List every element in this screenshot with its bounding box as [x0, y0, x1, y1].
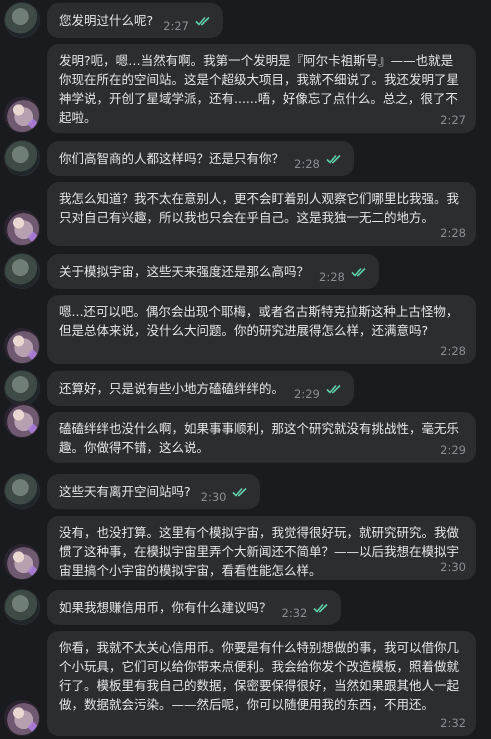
- message-time: 2:29: [440, 443, 466, 457]
- sparkle-icon: [27, 349, 39, 361]
- message-time: 2:28: [294, 157, 320, 171]
- message-text: 这些天有离开空间站吗?: [59, 484, 191, 499]
- message-row: 磕磕绊绊也没什么啊，如果事事顺利，那这个研究就没有挑战性，毫无乐趣。你做得不错，…: [0, 403, 491, 464]
- message-time: 2:30: [440, 560, 466, 574]
- sparkle-icon: [27, 118, 39, 130]
- read-check-icon: [232, 487, 248, 497]
- sparkle-icon: [27, 231, 39, 243]
- message-row: 嗯...还可以吧。偶尔会出现个耶梅，或者名古斯特克拉斯这种上古怪物，但是总体来说…: [0, 295, 491, 365]
- message-bubble[interactable]: 没有，也没打算。这里有个模拟宇宙，我觉得很好玩，就研究研究。我做惯了这种事，在模…: [47, 516, 476, 580]
- read-check-icon: [326, 384, 342, 394]
- message-text: 发明?呃，嗯…当然有啊。我第一个发明是『阿尔卡祖斯号』——也就是你现在所在的空间…: [59, 53, 460, 125]
- message-time: 2:32: [440, 716, 466, 730]
- message-text: 如果我想赚信用币，你有什么建议吗？: [59, 600, 272, 615]
- message-bubble[interactable]: 你们高智商的人都这样吗？还是只有你？ 2:28: [47, 141, 354, 176]
- chat-thread: 您发明过什么呢? 2:27 发明?呃，嗯…当然有啊。我第一个发明是『阿尔卡祖斯号』…: [0, 0, 491, 739]
- message-text: 磕磕绊绊也没什么啊，如果事事顺利，那这个研究就没有挑战性，毫无乐趣。你做得不错，…: [59, 421, 460, 455]
- read-check-icon: [313, 603, 329, 613]
- message-text: 您发明过什么呢?: [59, 13, 154, 28]
- message-row: 你看，我就不太关心信用币。你要是有什么特别想做的事，我可以借你几个小玩具，它们可…: [0, 631, 491, 737]
- message-bubble[interactable]: 发明?呃，嗯…当然有啊。我第一个发明是『阿尔卡祖斯号』——也就是你现在所在的空间…: [47, 44, 476, 133]
- message-row: 还算好，只是说有些小地方磕磕绊绊的。 2:29: [0, 370, 491, 406]
- message-row: 您发明过什么呢? 2:27: [0, 2, 491, 38]
- message-time: 2:28: [440, 344, 466, 358]
- message-text: 嗯...还可以吧。偶尔会出现个耶梅，或者名古斯特克拉斯这种上古怪物，但是总体来说…: [59, 304, 459, 338]
- contact-avatar[interactable]: [5, 211, 39, 245]
- message-row: 发明?呃，嗯…当然有啊。我第一个发明是『阿尔卡祖斯号』——也就是你现在所在的空间…: [0, 44, 491, 134]
- message-time: 2:29: [294, 387, 320, 401]
- user-avatar[interactable]: [5, 590, 39, 624]
- message-bubble[interactable]: 你看，我就不太关心信用币。你要是有什么特别想做的事，我可以借你几个小玩具，它们可…: [47, 631, 476, 736]
- read-check-icon: [351, 267, 367, 277]
- message-row: 没有，也没打算。这里有个模拟宇宙，我觉得很好玩，就研究研究。我做惯了这种事，在模…: [0, 516, 491, 581]
- user-avatar[interactable]: [5, 254, 39, 288]
- message-row: 关于模拟宇宙，这些天来强度还是那么高吗？ 2:28: [0, 253, 491, 289]
- message-bubble[interactable]: 关于模拟宇宙，这些天来强度还是那么高吗？ 2:28: [47, 254, 379, 289]
- message-time: 2:32: [281, 606, 308, 620]
- read-check-icon: [326, 154, 342, 164]
- user-avatar[interactable]: [5, 3, 39, 37]
- message-time: 2:27: [163, 19, 189, 33]
- message-row: 如果我想赚信用币，你有什么建议吗？ 2:32: [0, 589, 491, 625]
- message-text: 还算好，只是说有些小地方磕磕绊绊的。: [59, 381, 285, 396]
- message-time: 2:28: [440, 226, 466, 240]
- message-row: 这些天有离开空间站吗? 2:30: [0, 473, 491, 509]
- user-avatar[interactable]: [5, 371, 39, 405]
- contact-avatar[interactable]: [5, 545, 39, 579]
- message-bubble[interactable]: 您发明过什么呢? 2:27: [47, 3, 223, 38]
- contact-avatar[interactable]: [5, 403, 39, 437]
- message-time: 2:30: [200, 490, 227, 504]
- user-avatar[interactable]: [5, 141, 39, 175]
- message-text: 没有，也没打算。这里有个模拟宇宙，我觉得很好玩，就研究研究。我做惯了这种事，在模…: [59, 525, 460, 578]
- contact-avatar[interactable]: [5, 98, 39, 132]
- message-row: 我怎么知道？我不太在意别人，更不会盯着别人观察它们哪里比我强。我只对自己有兴趣，…: [0, 182, 491, 247]
- message-bubble[interactable]: 嗯...还可以吧。偶尔会出现个耶梅，或者名古斯特克拉斯这种上古怪物，但是总体来说…: [47, 295, 476, 364]
- contact-avatar[interactable]: [5, 701, 39, 735]
- message-row: 你们高智商的人都这样吗？还是只有你？ 2:28: [0, 140, 491, 176]
- sparkle-icon: [27, 721, 39, 733]
- sparkle-icon: [27, 565, 39, 577]
- message-text: 你们高智商的人都这样吗？还是只有你？: [59, 151, 285, 166]
- user-avatar[interactable]: [5, 474, 39, 508]
- contact-avatar[interactable]: [5, 329, 39, 363]
- message-bubble[interactable]: 这些天有离开空间站吗? 2:30: [47, 474, 261, 509]
- message-text: 我怎么知道？我不太在意别人，更不会盯着别人观察它们哪里比我强。我只对自己有兴趣，…: [59, 191, 460, 225]
- message-time: 2:28: [319, 270, 345, 284]
- read-check-icon: [195, 16, 211, 26]
- message-text: 关于模拟宇宙，这些天来强度还是那么高吗？: [59, 264, 310, 279]
- message-bubble[interactable]: 我怎么知道？我不太在意别人，更不会盯着别人观察它们哪里比我强。我只对自己有兴趣，…: [47, 182, 476, 246]
- message-text: 你看，我就不太关心信用币。你要是有什么特别想做的事，我可以借你几个小玩具，它们可…: [59, 640, 460, 712]
- sparkle-icon: [27, 423, 39, 435]
- message-time: 2:27: [440, 113, 466, 127]
- message-bubble[interactable]: 如果我想赚信用币，你有什么建议吗？ 2:32: [47, 590, 342, 625]
- message-bubble[interactable]: 磕磕绊绊也没什么啊，如果事事顺利，那这个研究就没有挑战性，毫无乐趣。你做得不错，…: [47, 412, 476, 463]
- message-bubble[interactable]: 还算好，只是说有些小地方磕磕绊绊的。 2:29: [47, 371, 354, 406]
